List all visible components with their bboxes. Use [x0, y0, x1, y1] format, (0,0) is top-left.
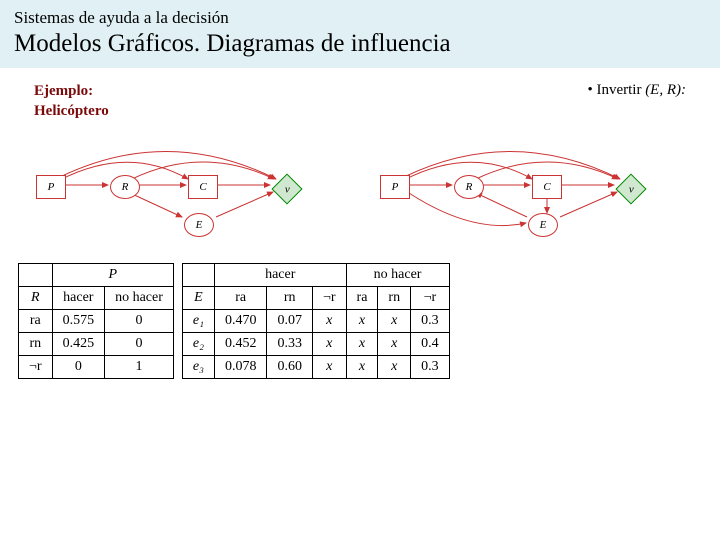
table-left: P R hacer no hacer ra0.5750 rn0.4250 ¬r0…: [18, 263, 174, 379]
node-P: P: [380, 175, 410, 199]
example-line1: Ejemplo:: [34, 82, 109, 102]
table-row: ra0.5750: [19, 310, 174, 333]
table-row: rn0.4250: [19, 333, 174, 356]
table-row: E rarn¬r rarn¬r: [182, 287, 449, 310]
node-R: R: [454, 175, 484, 199]
diagram-right: P R C v E: [362, 135, 672, 245]
title: Modelos Gráficos. Diagramas de influenci…: [14, 30, 706, 58]
slide-body: Ejemplo: Helicóptero • Invertir (E, R):: [0, 68, 720, 389]
table-row: e₂0.4520.33xxx0.4: [182, 333, 449, 356]
table-right: hacer no hacer E rarn¬r rarn¬r e₁0.4700.…: [182, 263, 450, 379]
diagram-left: P R C v E: [18, 135, 328, 245]
table-row: ¬r01: [19, 356, 174, 379]
node-C: C: [188, 175, 218, 199]
node-P: P: [36, 175, 66, 199]
example-line2: Helicóptero: [34, 102, 109, 122]
tables-row: P R hacer no hacer ra0.5750 rn0.4250 ¬r0…: [18, 263, 702, 379]
node-C: C: [532, 175, 562, 199]
table-row: e₁0.4700.07xxx0.3: [182, 310, 449, 333]
node-E: E: [528, 213, 558, 237]
table-row: hacer no hacer: [182, 264, 449, 287]
operation-args: (E, R):: [645, 82, 686, 98]
diagram-row: P R C v E: [18, 135, 702, 245]
node-R: R: [110, 175, 140, 199]
node-v: v: [615, 173, 646, 204]
table-row: P: [19, 264, 174, 287]
operation-bullet: • Invertir: [587, 82, 645, 98]
node-E: E: [184, 213, 214, 237]
operation-label: • Invertir (E, R):: [587, 82, 686, 121]
table-row: R hacer no hacer: [19, 287, 174, 310]
table-row: e₃0.0780.60xxx0.3: [182, 356, 449, 379]
node-v: v: [271, 173, 302, 204]
subtitle: Sistemas de ayuda a la decisión: [14, 8, 706, 28]
slide-header: Sistemas de ayuda a la decisión Modelos …: [0, 0, 720, 68]
example-label: Ejemplo: Helicóptero: [34, 82, 109, 121]
